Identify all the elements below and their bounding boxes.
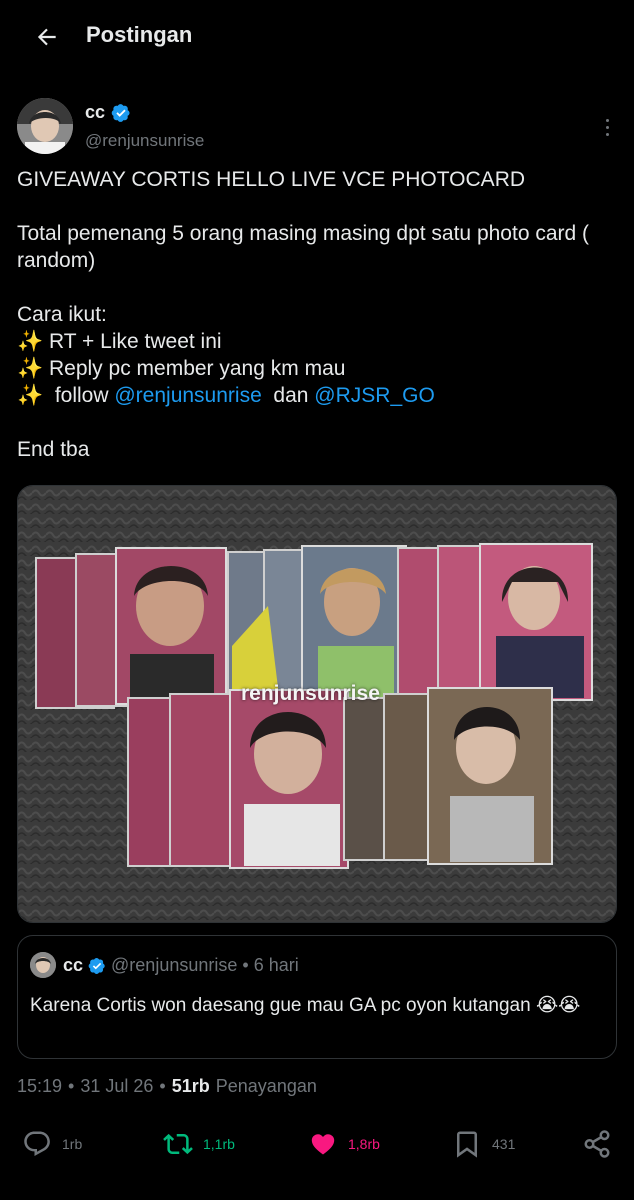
share-button[interactable] (582, 1122, 612, 1166)
views-label: Penayangan (215, 1076, 317, 1096)
author-name[interactable]: cc (85, 102, 105, 123)
avatar[interactable] (17, 98, 73, 154)
separator-dot: • (159, 1076, 166, 1096)
reply-icon (24, 1131, 50, 1156)
top-bar: Postingan (0, 0, 634, 72)
retweet-button[interactable]: 1,1rb (163, 1122, 235, 1166)
more-options-button[interactable] (597, 112, 617, 142)
tweet-line: Total pemenang 5 orang masing masing dpt… (17, 222, 590, 272)
tweet-line: ✨ Reply pc member yang km mau (17, 357, 346, 380)
quote-text: Karena Cortis won daesang gue mau GA pc … (30, 995, 581, 1016)
back-button[interactable] (30, 20, 64, 54)
tweet-date: 31 Jul 26 (80, 1076, 154, 1096)
tweet-line: ✨ RT + Like tweet ini (17, 330, 222, 353)
more-dot (605, 132, 609, 136)
quote-timestamp: 6 hari (253, 955, 299, 975)
sparkles-emoji: ✨ (17, 384, 44, 407)
retweet-count: 1,1rb (203, 1136, 235, 1152)
verified-badge-icon (88, 957, 105, 974)
tweet-metadata: 15:19 • 31 Jul 26 • 51rb Penayangan (17, 1076, 317, 1097)
separator-dot: • (242, 955, 249, 975)
arrow-left-icon (37, 28, 56, 46)
image-watermark: renjunsunrise (241, 682, 380, 705)
tweet-line: End tba (17, 438, 90, 461)
share-icon (584, 1130, 610, 1158)
tweet-line: ✨ follow @renjunsunrise dan @RJSR_GO (17, 384, 435, 407)
quote-author-name: cc (63, 955, 84, 975)
like-button[interactable]: 1,8rb (308, 1122, 380, 1166)
sparkles-emoji: ✨ (17, 330, 44, 353)
mention-link[interactable]: @renjunsunrise (114, 384, 261, 407)
mention-link[interactable]: @RJSR_GO (314, 384, 435, 407)
tweet-photo[interactable]: renjunsunrise (17, 485, 617, 923)
reply-count: 1rb (62, 1136, 83, 1152)
retweet-icon (163, 1133, 193, 1155)
author-name-row: cc (85, 102, 131, 123)
tweet-line: Cara ikut: (17, 303, 107, 326)
heart-icon (311, 1134, 335, 1155)
more-dot (605, 118, 609, 122)
quoted-tweet[interactable]: cc @renjunsunrise • 6 hari Karena Cortis… (17, 935, 617, 1059)
page-title: Postingan (86, 22, 193, 47)
sparkles-emoji: ✨ (17, 357, 44, 380)
quote-avatar[interactable] (30, 952, 56, 978)
quote-header: cc @renjunsunrise • 6 hari (63, 955, 299, 976)
bookmark-button[interactable]: 431 (452, 1122, 515, 1166)
author-handle[interactable]: @renjunsunrise (85, 131, 204, 151)
tweet-time: 15:19 (17, 1076, 63, 1096)
action-bar: 1rb 1,1rb 1,8rb 431 (0, 1122, 634, 1166)
quote-author-handle: @renjunsunrise (111, 955, 238, 975)
tweet-author: cc @renjunsunrise (17, 98, 617, 158)
tweet-line: GIVEAWAY CORTIS HELLO LIVE VCE PHOTOCARD (17, 168, 526, 191)
verified-badge-icon (111, 103, 130, 122)
separator-dot: • (68, 1076, 75, 1096)
bookmark-count: 431 (492, 1136, 516, 1152)
tweet-text: GIVEAWAY CORTIS HELLO LIVE VCE PHOTOCARD… (17, 166, 617, 463)
views-count[interactable]: 51rb (172, 1076, 210, 1097)
reply-button[interactable]: 1rb (22, 1122, 82, 1166)
bookmark-icon (457, 1131, 477, 1158)
like-count: 1,8rb (348, 1136, 380, 1152)
more-dot (605, 125, 609, 129)
